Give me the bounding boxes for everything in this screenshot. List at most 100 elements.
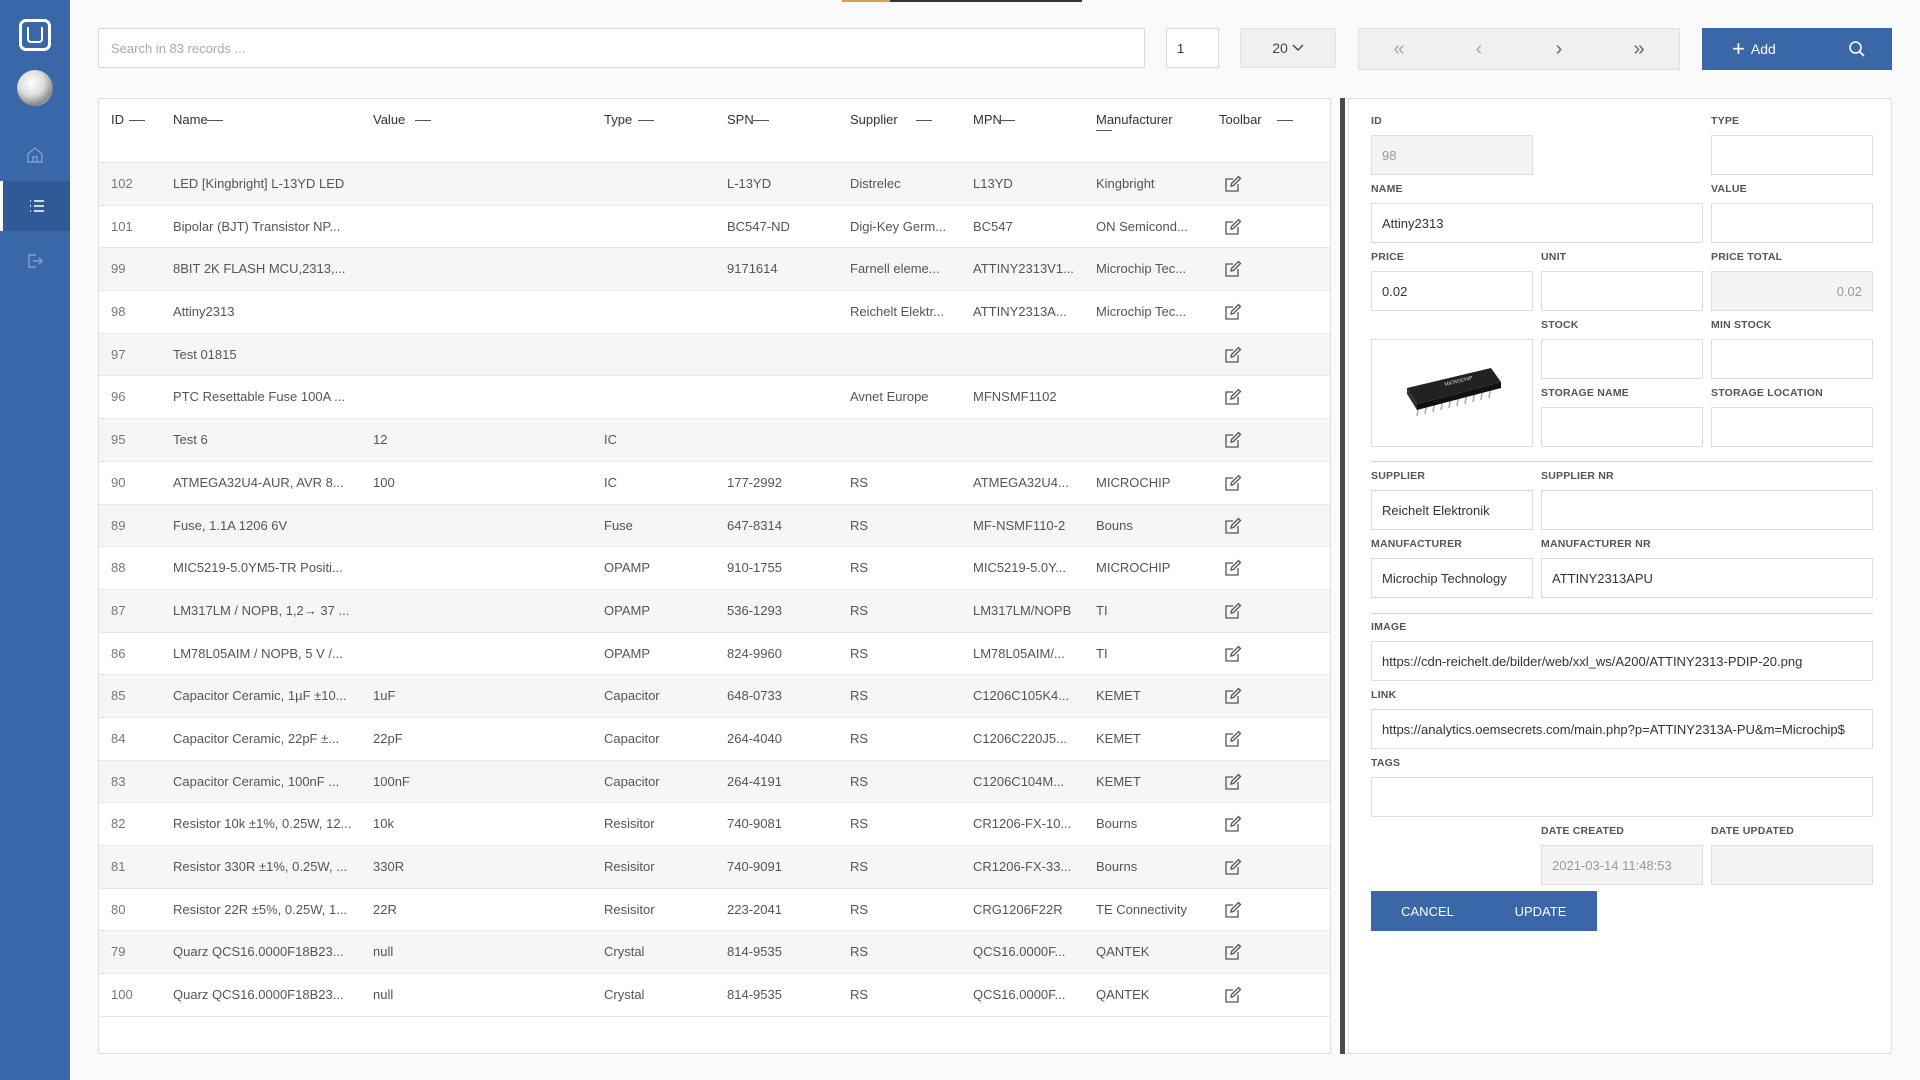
- column-header-mpn[interactable]: MPN: [973, 112, 1088, 128]
- cell-name: Quarz QCS16.0000F18B23...: [173, 987, 344, 1003]
- price-field[interactable]: 0.02: [1371, 271, 1533, 311]
- cell-mpn: CR1206-FX-33...: [973, 859, 1072, 874]
- name-field[interactable]: Attiny2313: [1371, 203, 1703, 243]
- column-header-manufacturer[interactable]: Manufacturer: [1096, 112, 1211, 128]
- column-header-value[interactable]: Value: [373, 112, 573, 128]
- edit-icon[interactable]: [1224, 388, 1242, 406]
- table-row[interactable]: 97 Test 01815: [99, 333, 1330, 377]
- unit-label: UNIT: [1541, 251, 1567, 263]
- edit-icon[interactable]: [1224, 901, 1242, 919]
- column-header-spn[interactable]: SPN: [727, 112, 842, 128]
- table-row[interactable]: 99 8BIT 2K FLASH MCU,2313,... 9171614 Farne…: [99, 248, 1330, 292]
- next-page-button[interactable]: ›: [1519, 29, 1599, 69]
- edit-icon[interactable]: [1224, 474, 1242, 492]
- sidebar-item-logout[interactable]: [0, 236, 70, 286]
- table-row[interactable]: 101 Bipolar (BJT) Transistor NP... BC547-N…: [99, 205, 1330, 249]
- last-page-button[interactable]: »: [1599, 29, 1679, 69]
- table-row[interactable]: 79 Quarz QCS16.0000F18B23... null Crystal 81…: [99, 931, 1330, 975]
- stock-field[interactable]: [1541, 339, 1703, 379]
- cell-value: [373, 291, 573, 333]
- column-header-name[interactable]: Name: [173, 112, 353, 128]
- type-field[interactable]: [1711, 135, 1873, 175]
- table-row[interactable]: 96 PTC Resettable Fuse 100A ... Avnet Euro…: [99, 376, 1330, 420]
- edit-icon[interactable]: [1224, 517, 1242, 535]
- storage-location-field[interactable]: [1711, 407, 1873, 447]
- image-url-field[interactable]: https://cdn-reichelt.de/bilder/web/xxl_w…: [1371, 641, 1873, 681]
- tags-field[interactable]: [1371, 777, 1873, 817]
- table-row[interactable]: 98 Attiny2313 Reichelt Elektr... ATTINY2313…: [99, 291, 1330, 334]
- cell-manufacturer: [1096, 334, 1211, 376]
- cell-id: 79: [111, 944, 126, 960]
- edit-icon[interactable]: [1224, 303, 1242, 321]
- column-header-toolbar[interactable]: Toolbar: [1219, 112, 1309, 128]
- edit-icon[interactable]: [1224, 687, 1242, 705]
- column-header-supplier[interactable]: Supplier: [850, 112, 965, 128]
- sidebar-item-home[interactable]: [0, 130, 70, 180]
- price-label: PRICE: [1371, 251, 1405, 263]
- records-table: ID Name Value Type SPN Supplier MPN Manufacture…: [98, 98, 1331, 1054]
- edit-icon[interactable]: [1224, 645, 1242, 663]
- storage-name-field[interactable]: [1541, 407, 1703, 447]
- column-header-type[interactable]: Type: [604, 112, 719, 128]
- table-row[interactable]: 87 LM317LM / NOPB, 1,2→ 37 ... OPAMP 536-12…: [99, 589, 1330, 633]
- panel-divider[interactable]: [1340, 98, 1345, 1054]
- table-row[interactable]: 90 ATMEGA32U4-AUR, AVR 8... 100 IC 177-2992 R…: [99, 461, 1330, 505]
- sidebar-item-list[interactable]: [0, 181, 70, 231]
- edit-icon[interactable]: [1224, 815, 1242, 833]
- table-row[interactable]: 82 Resistor 10k ±1%, 0.25W, 12... 10k Resis…: [99, 803, 1330, 846]
- manufacturer-field[interactable]: Microchip Technology: [1371, 558, 1533, 598]
- min-stock-field[interactable]: [1711, 339, 1873, 379]
- edit-icon[interactable]: [1224, 260, 1242, 278]
- section-divider: [1371, 613, 1873, 614]
- avatar[interactable]: [17, 70, 53, 106]
- app-logo-icon[interactable]: [19, 19, 51, 51]
- table-row[interactable]: 83 Capacitor Ceramic, 100nF ... 100nF Capac…: [99, 760, 1330, 804]
- table-row[interactable]: 88 MIC5219-5.0YM5-TR Positi... OPAMP 910-17…: [99, 547, 1330, 590]
- edit-icon[interactable]: [1224, 986, 1242, 1004]
- supplier-nr-field[interactable]: [1541, 490, 1873, 530]
- link-field[interactable]: https://analytics.oemsecrets.com/main.ph…: [1371, 709, 1873, 749]
- update-button[interactable]: UPDATE: [1484, 891, 1597, 931]
- edit-icon[interactable]: [1224, 730, 1242, 748]
- edit-icon[interactable]: [1224, 218, 1242, 236]
- per-page-select[interactable]: 20: [1240, 28, 1336, 68]
- table-row[interactable]: 80 Resistor 22R ±5%, 0.25W, 1... 22R Resisi…: [99, 888, 1330, 932]
- value-field[interactable]: [1711, 203, 1873, 243]
- cell-manufacturer: Bourns: [1096, 816, 1138, 832]
- cell-type: [604, 291, 719, 333]
- table-row[interactable]: 100 Quarz QCS16.0000F18B23... null Crystal 8…: [99, 974, 1330, 1017]
- table-row[interactable]: 84 Capacitor Ceramic, 22pF ±... 22pF Capaci…: [99, 717, 1330, 761]
- edit-icon[interactable]: [1224, 602, 1242, 620]
- prev-page-button[interactable]: ‹: [1439, 29, 1519, 69]
- first-page-button[interactable]: «: [1359, 29, 1439, 69]
- edit-icon[interactable]: [1224, 175, 1242, 193]
- cell-value: null: [373, 944, 394, 960]
- edit-icon[interactable]: [1224, 346, 1242, 364]
- table-row[interactable]: 89 Fuse, 1.1A 1206 6V Fuse 647-8314 RS MF-NSM…: [99, 504, 1330, 548]
- edit-icon[interactable]: [1224, 559, 1242, 577]
- unit-field[interactable]: [1541, 271, 1703, 311]
- cell-supplier: RS: [850, 901, 869, 917]
- cell-id: 81: [111, 859, 126, 874]
- edit-icon[interactable]: [1224, 858, 1242, 876]
- table-row[interactable]: 95 Test 6 12 IC: [99, 419, 1330, 462]
- cell-type: OPAMP: [604, 602, 650, 618]
- table-row[interactable]: 102 LED [Kingbright] L-13YD LED L-13YD Dist…: [99, 163, 1330, 206]
- cell-type: Resisitor: [604, 816, 655, 832]
- edit-icon[interactable]: [1224, 431, 1242, 449]
- table-row[interactable]: 86 LM78L05AIM / NOPB, 5 V /... OPAMP 824-99…: [99, 632, 1330, 676]
- edit-icon[interactable]: [1224, 773, 1242, 791]
- edit-icon[interactable]: [1224, 943, 1242, 961]
- add-button[interactable]: + Add: [1702, 28, 1892, 70]
- page-number-input[interactable]: 1: [1166, 28, 1219, 68]
- table-row[interactable]: 81 Resistor 330R ±1%, 0.25W, ... 330R Resis…: [99, 846, 1330, 889]
- manufacturer-nr-field[interactable]: ATTINY2313APU: [1541, 558, 1873, 598]
- search-input[interactable]: Search in 83 records ...: [98, 28, 1145, 68]
- cancel-button[interactable]: CANCEL: [1371, 891, 1484, 931]
- cell-value: null: [373, 987, 394, 1003]
- cell-id: 100: [111, 987, 133, 1003]
- search-icon[interactable]: [1848, 40, 1866, 58]
- table-row[interactable]: 85 Capacitor Ceramic, 1µF ±10... 1uF Capaci…: [99, 675, 1330, 718]
- supplier-field[interactable]: Reichelt Elektronik: [1371, 490, 1533, 530]
- cell-name: Capacitor Ceramic, 100nF ...: [173, 773, 340, 789]
